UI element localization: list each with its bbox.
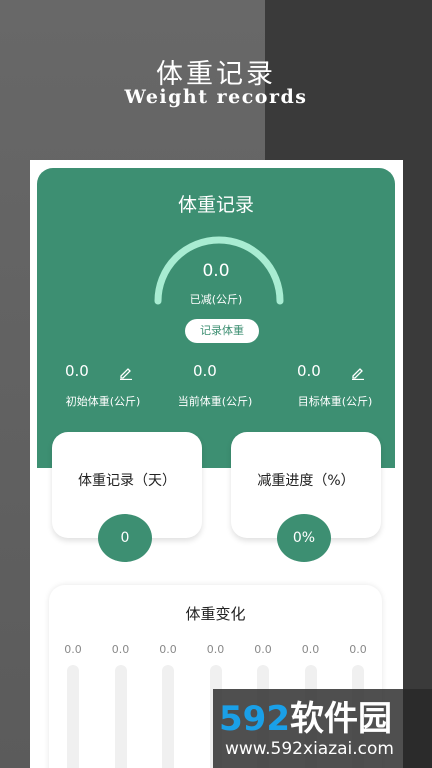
chart-title: 体重变化 — [185, 605, 246, 623]
watermark-logo: 592软件园 — [219, 691, 392, 740]
gauge-label: 已减(公斤) — [189, 293, 243, 306]
chart-bar-value-label: 0.0 — [206, 643, 225, 656]
watermark-logo-text: 软件园 — [289, 699, 392, 739]
progress-badge: 0% — [277, 514, 331, 562]
chart-bar-value-label: 0.0 — [349, 643, 367, 656]
chart-bar-value-label: 0.0 — [301, 643, 320, 656]
chart-bar-value-label: 0.0 — [64, 643, 82, 656]
chart-bar — [67, 665, 79, 768]
chart-bar-column: 0.0 — [109, 643, 133, 768]
record-weight-button[interactable]: 记录体重 — [185, 319, 259, 343]
edit-icon[interactable] — [119, 366, 133, 380]
stat-initial-value: 0.0 — [65, 362, 89, 380]
stat-current-label: 当前体重(公斤) — [177, 395, 253, 408]
chart-bar-column: 0.0 — [156, 643, 180, 768]
chart-bar-column: 0.0 — [61, 643, 85, 768]
days-badge: 0 — [98, 514, 152, 562]
stat-current-value: 0.0 — [193, 362, 217, 380]
chart-bar-column: 0.0 — [346, 643, 370, 768]
stat-current-weight: 0.0 当前体重(公斤) — [155, 362, 275, 412]
watermark: 592软件园 www.592xiazai.com — [213, 689, 432, 768]
chart-bar-column: 0.0 — [299, 643, 323, 768]
watermark-url: www.592xiazai.com — [225, 739, 394, 759]
stat-target-value: 0.0 — [297, 362, 321, 380]
phone-screen: 体重记录 0.0 已减(公斤) 记录体重 0.0 初始体重(公斤) 0.0 当前… — [30, 160, 403, 768]
days-card-title: 体重记录（天） — [78, 473, 176, 489]
chart-bar-value-label: 0.0 — [111, 643, 130, 656]
watermark-logo-number: 592 — [219, 699, 290, 739]
chart-bar — [162, 665, 174, 768]
progress-card-title: 减重进度（%） — [257, 473, 355, 489]
stat-initial-weight: 0.0 初始体重(公斤) — [37, 362, 157, 412]
chart-bar-column: 0.0 — [204, 643, 228, 768]
edit-icon[interactable] — [351, 366, 365, 380]
stat-initial-label: 初始体重(公斤) — [65, 395, 141, 408]
stat-target-weight: 0.0 目标体重(公斤) — [275, 362, 395, 412]
chart-bar-value-label: 0.0 — [159, 643, 177, 656]
page-title: 体重记录 — [177, 194, 254, 216]
chart-bar-column: 0.0 — [251, 643, 275, 768]
chart-bar-value-label: 0.0 — [254, 643, 272, 656]
stat-target-label: 目标体重(公斤) — [297, 395, 373, 408]
hero-panel: 体重记录 0.0 已减(公斤) 记录体重 0.0 初始体重(公斤) 0.0 当前… — [37, 168, 395, 468]
promo-subtitle: Weight records — [124, 86, 308, 108]
gauge-value: 0.0 — [202, 261, 230, 281]
chart-bar — [114, 665, 127, 768]
